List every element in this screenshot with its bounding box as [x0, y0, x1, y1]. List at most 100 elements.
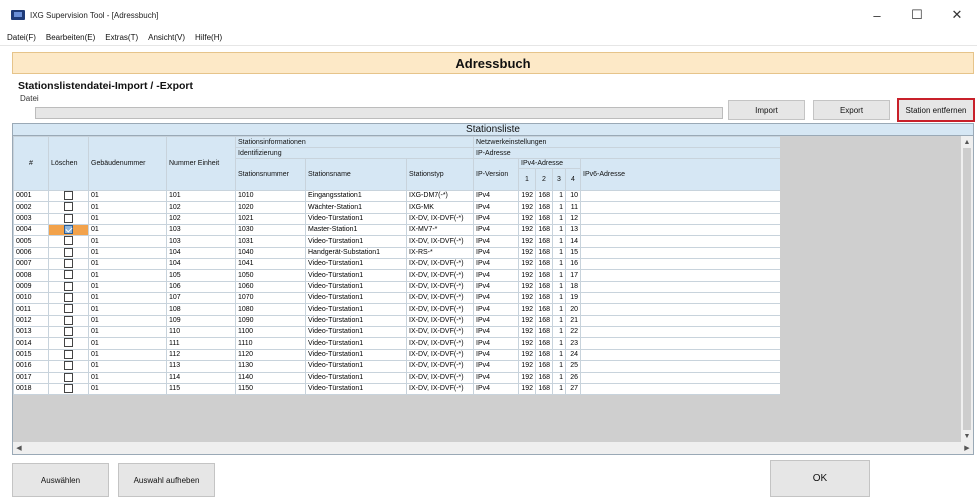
- scroll-left-icon[interactable]: ◀: [13, 442, 25, 454]
- cell-station-type: IX-DV, IX-DVF(-*): [406, 235, 474, 248]
- cell-station-type: IXG-MK: [406, 201, 474, 214]
- cell-o2: 168: [535, 303, 553, 316]
- import-button[interactable]: Import: [728, 100, 805, 120]
- delete-checkbox[interactable]: [64, 293, 73, 303]
- cell-ipv6: [580, 303, 781, 316]
- table-row[interactable]: 0002 01 102 1020 Wächter-Station1 IXG-MK IPv4 1…: [13, 201, 781, 214]
- cell-ip-version: IPv4: [473, 246, 519, 260]
- cell-station-name: Eingangsstation1: [305, 189, 407, 203]
- menu-help[interactable]: Hilfe(H): [195, 33, 222, 42]
- cell-station-name: Video-Türstation1: [305, 303, 407, 316]
- col-header-ipv4-4: 4: [565, 168, 581, 191]
- delete-checkbox[interactable]: [64, 191, 73, 200]
- horizontal-scrollbar[interactable]: ◀ ▶: [13, 442, 973, 454]
- cell-ipv6: [580, 201, 781, 214]
- export-button[interactable]: Export: [813, 100, 890, 120]
- row-number: 0008: [13, 269, 49, 282]
- vertical-scrollbar[interactable]: ▲ ▼: [961, 136, 973, 442]
- cell-ip-version: IPv4: [473, 212, 519, 226]
- delete-cell: [48, 303, 89, 316]
- delete-checkbox[interactable]: [64, 202, 73, 212]
- cell-o4: 18: [565, 280, 581, 294]
- delete-checkbox[interactable]: [64, 373, 73, 382]
- menu-edit[interactable]: Bearbeiten(E): [46, 33, 95, 42]
- table-row[interactable]: 0010 01 107 1070 Video-Türstation1 IX-DV, IX-…: [13, 292, 781, 305]
- cell-station-name: Video-Türstation1: [305, 326, 407, 339]
- delete-checkbox[interactable]: [64, 270, 73, 280]
- cell-station-number: 1070: [235, 292, 306, 305]
- cell-unit: 105: [166, 269, 236, 282]
- cell-o1: 192: [518, 348, 536, 362]
- cell-unit: 102: [166, 201, 236, 214]
- cell-o3: 1: [552, 292, 566, 305]
- table-row[interactable]: 0008 01 105 1050 Video-Türstation1 IX-DV, IX-…: [13, 269, 781, 282]
- file-path-field[interactable]: [35, 107, 723, 119]
- row-number: 0018: [13, 382, 49, 396]
- cell-ipv6: [580, 360, 781, 373]
- cell-unit: 114: [166, 371, 236, 384]
- ok-button[interactable]: OK: [770, 460, 870, 497]
- delete-checkbox[interactable]: [64, 225, 73, 235]
- table-row[interactable]: 0009 01 106 1060 Video-Türstation1 IX-DV, IX-…: [13, 280, 781, 294]
- delete-checkbox[interactable]: [64, 282, 73, 291]
- table-row[interactable]: 0003 01 102 1021 Video-Türstation1 IX-DV, IX-…: [13, 212, 781, 226]
- cell-ip-version: IPv4: [473, 292, 519, 305]
- close-button[interactable]: ✕: [937, 0, 977, 30]
- cell-station-type: IX-DV, IX-DVF(-*): [406, 314, 474, 328]
- cell-o4: 13: [565, 224, 581, 237]
- scroll-down-icon[interactable]: ▼: [961, 430, 973, 442]
- table-row[interactable]: 0006 01 104 1040 Handgerät-Substation1 IX-RS-…: [13, 246, 781, 260]
- cell-ipv6: [580, 382, 781, 396]
- delete-checkbox[interactable]: [64, 339, 73, 348]
- table-row[interactable]: 0016 01 113 1130 Video-Türstation1 IX-DV, IX-…: [13, 360, 781, 373]
- cell-o4: 22: [565, 326, 581, 339]
- maximize-button[interactable]: ☐: [897, 0, 937, 30]
- table-row[interactable]: 0018 01 115 1150 Video-Türstation1 IX-DV, IX-…: [13, 382, 781, 396]
- menu-file[interactable]: Datei(F): [7, 33, 36, 42]
- table-row[interactable]: 0005 01 103 1031 Video-Türstation1 IX-DV, IX-…: [13, 235, 781, 248]
- page-title: Adressbuch: [455, 55, 531, 71]
- col-header-unit: Nummer Einheit: [166, 136, 236, 191]
- table-row[interactable]: 0015 01 112 1120 Video-Türstation1 IX-DV, IX-…: [13, 348, 781, 362]
- window-controls: – ☐ ✕: [857, 0, 977, 30]
- cell-building: 01: [88, 201, 167, 214]
- delete-checkbox[interactable]: [64, 361, 73, 371]
- cell-building: 01: [88, 224, 167, 237]
- menu-tools[interactable]: Extras(T): [105, 33, 138, 42]
- cell-unit: 102: [166, 212, 236, 226]
- remove-station-button[interactable]: Station entfernen: [897, 98, 975, 122]
- menu-view[interactable]: Ansicht(V): [148, 33, 185, 42]
- delete-checkbox[interactable]: [64, 248, 73, 257]
- table-row[interactable]: 0013 01 110 1100 Video-Türstation1 IX-DV, IX-…: [13, 326, 781, 339]
- table-row[interactable]: 0012 01 109 1090 Video-Türstation1 IX-DV, IX-…: [13, 314, 781, 328]
- table-row[interactable]: 0004 01 103 1030 Master-Station1 IX-MV7-* IPv4…: [13, 224, 781, 237]
- table-row[interactable]: 0001 01 101 1010 Eingangsstation1 IXG-DM7(-*)…: [13, 189, 781, 203]
- cell-unit: 106: [166, 280, 236, 294]
- scroll-right-icon[interactable]: ▶: [961, 442, 973, 454]
- delete-checkbox[interactable]: [64, 316, 73, 325]
- delete-checkbox[interactable]: [64, 214, 73, 223]
- minimize-button[interactable]: –: [857, 0, 897, 30]
- table-row[interactable]: 0017 01 114 1140 Video-Türstation1 IX-DV, IX-…: [13, 371, 781, 384]
- cell-ip-version: IPv4: [473, 224, 519, 237]
- deselect-button[interactable]: Auswahl aufheben: [118, 463, 215, 497]
- table-row[interactable]: 0014 01 111 1110 Video-Türstation1 IX-DV, IX-…: [13, 337, 781, 350]
- table-row[interactable]: 0007 01 104 1041 Video-Türstation1 IX-DV, IX-…: [13, 258, 781, 271]
- delete-cell: [48, 280, 89, 294]
- scroll-thumb[interactable]: [963, 148, 971, 430]
- scroll-up-icon[interactable]: ▲: [961, 136, 973, 148]
- delete-checkbox[interactable]: [64, 259, 73, 269]
- cell-unit: 109: [166, 314, 236, 328]
- delete-checkbox[interactable]: [64, 236, 73, 246]
- select-button[interactable]: Auswählen: [12, 463, 109, 497]
- delete-checkbox[interactable]: [64, 327, 73, 337]
- table-row[interactable]: 0011 01 108 1080 Video-Türstation1 IX-DV, IX-…: [13, 303, 781, 316]
- row-number: 0013: [13, 326, 49, 339]
- cell-o1: 192: [518, 292, 536, 305]
- delete-checkbox[interactable]: [64, 304, 73, 314]
- delete-checkbox[interactable]: [64, 384, 73, 393]
- delete-checkbox[interactable]: [64, 350, 73, 359]
- col-header-ipv4-1: 1: [518, 168, 536, 191]
- cell-unit: 104: [166, 258, 236, 271]
- cell-o2: 168: [535, 269, 553, 282]
